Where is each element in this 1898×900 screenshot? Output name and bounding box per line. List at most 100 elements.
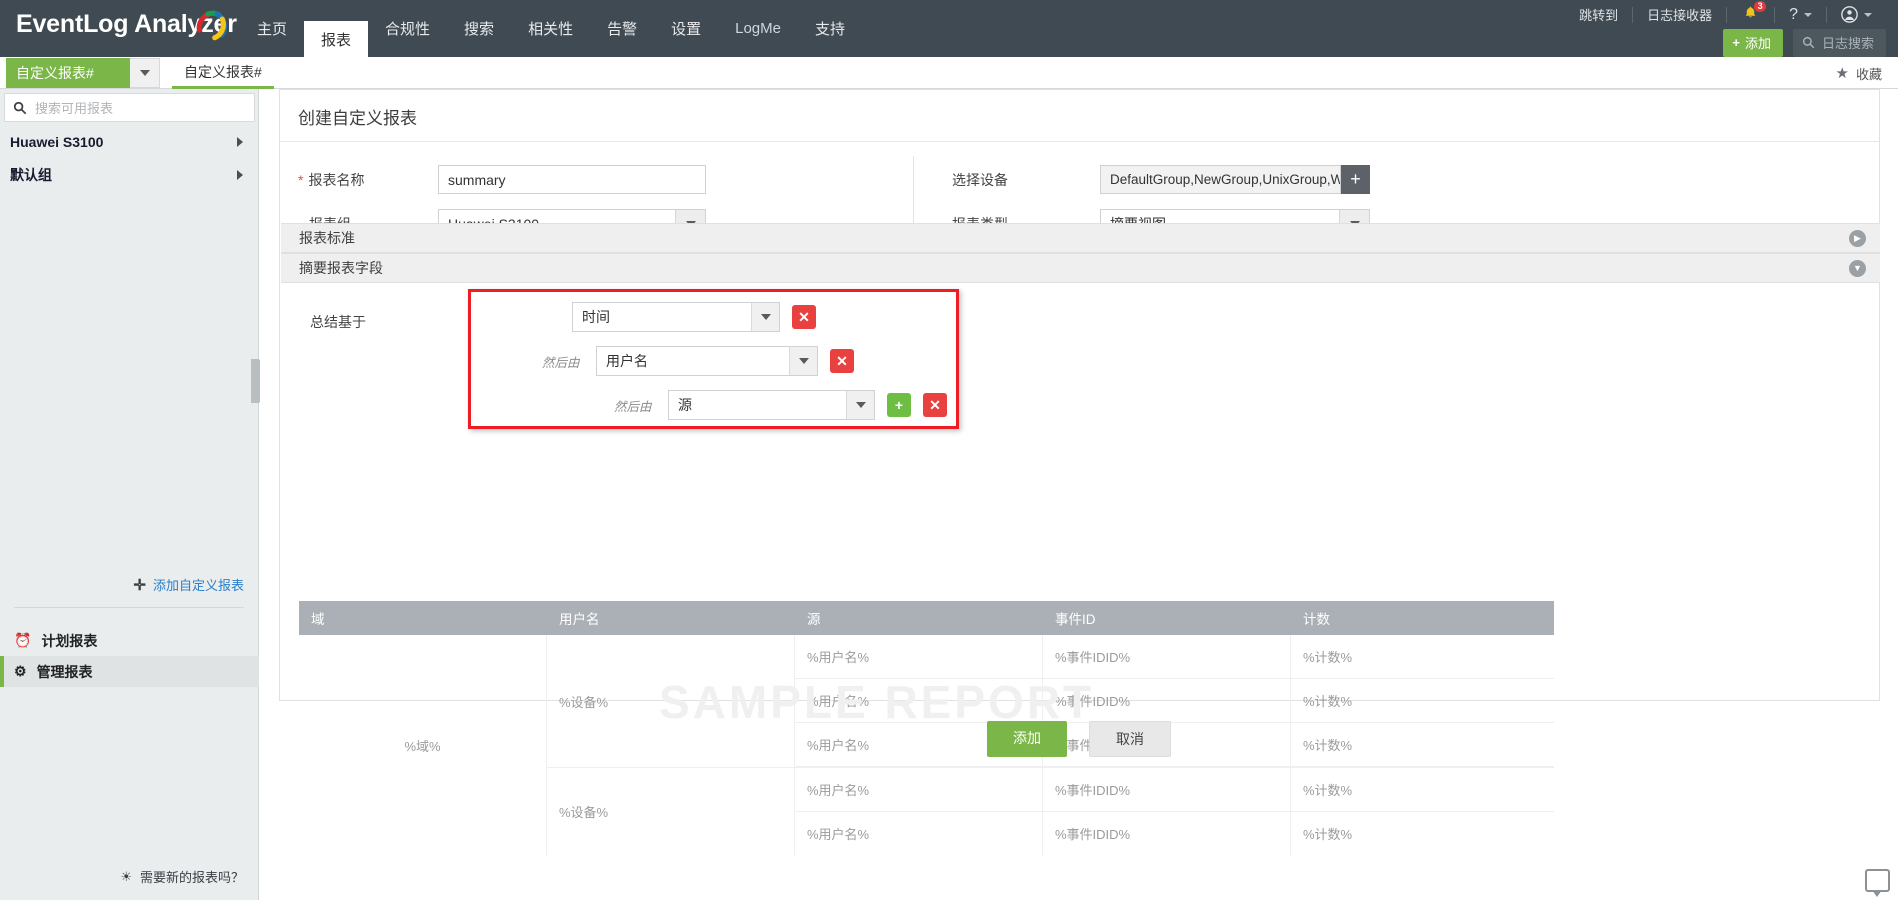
notification-bell-icon[interactable]: 3 bbox=[1727, 5, 1774, 24]
nav-item-search[interactable]: 搜索 bbox=[447, 0, 511, 57]
create-report-card: 创建自定义报表 *报表名称 summary 报表组 Huawei S3100 bbox=[279, 89, 1880, 701]
add-button[interactable]: + 添加 bbox=[1723, 29, 1783, 57]
tab-custom-report[interactable]: 自定义报表# bbox=[172, 57, 274, 89]
sidebar: 搜索可用报表 Huawei S3100 默认组 ✛ 添加自定义报表 ⏰ 计划报表… bbox=[0, 89, 259, 900]
log-receiver-link[interactable]: 日志接收器 bbox=[1633, 5, 1726, 24]
report-name-label: *报表名称 bbox=[298, 170, 438, 190]
nav-item-support[interactable]: 支持 bbox=[798, 0, 862, 57]
main-navigation: 主页 报表 合规性 搜索 相关性 告警 设置 LogMe 支持 bbox=[240, 0, 862, 57]
help-icon[interactable]: ? bbox=[1775, 6, 1826, 24]
summary-field-row-3: 然后由 源 + ✕ bbox=[614, 390, 947, 420]
nav-item-home[interactable]: 主页 bbox=[240, 0, 304, 57]
chevron-right-icon: ▶ bbox=[1849, 230, 1866, 247]
nav-item-settings[interactable]: 设置 bbox=[654, 0, 718, 57]
cell-count: %计数% bbox=[1291, 812, 1554, 855]
select-device-row: 选择设备 DefaultGroup,NewGroup,UnixGroup,W + bbox=[952, 165, 1370, 194]
then-by-label-2: 然后由 bbox=[542, 352, 584, 371]
tab-custom-report-label: 自定义报表# bbox=[184, 62, 262, 82]
remove-summary-field-button-1[interactable]: ✕ bbox=[792, 305, 816, 329]
table-header-row: 域 用户名 源 事件ID 计数 bbox=[299, 601, 1554, 635]
user-avatar-icon[interactable] bbox=[1827, 6, 1886, 23]
logo-swoosh-icon bbox=[196, 8, 230, 42]
report-selector-value: 自定义报表# bbox=[6, 58, 130, 88]
column-header-eventid: 事件ID bbox=[1043, 601, 1291, 635]
log-search-label: 日志搜索 bbox=[1822, 33, 1874, 52]
accordion-summary-fields-label: 摘要报表字段 bbox=[299, 258, 383, 278]
add-summary-field-button[interactable]: + bbox=[887, 393, 911, 417]
add-custom-report-label: 添加自定义报表 bbox=[153, 575, 244, 594]
sidebar-item-manage-reports[interactable]: ⚙ 管理报表 bbox=[0, 656, 259, 687]
table-row: %用户名% %事件IDID% %计数% bbox=[795, 635, 1554, 679]
summary-field-select-2[interactable]: 用户名 bbox=[596, 346, 818, 376]
need-new-report-link[interactable]: ☀ 需要新的报表吗？ bbox=[120, 867, 244, 886]
nav-item-compliance[interactable]: 合规性 bbox=[368, 0, 447, 57]
summary-field-select-1[interactable]: 时间 bbox=[572, 302, 780, 332]
select-device-input[interactable]: DefaultGroup,NewGroup,UnixGroup,W bbox=[1100, 165, 1341, 194]
notification-count-badge: 3 bbox=[1754, 1, 1766, 12]
sidebar-group-huawei-s3100[interactable]: Huawei S3100 bbox=[0, 126, 259, 158]
cell-username: %用户名% bbox=[795, 679, 1043, 722]
need-new-report-label: 需要新的报表吗？ bbox=[140, 867, 244, 886]
device-block-2-rows: %用户名% %事件IDID% %计数% %用户名% %事件IDID% %计数% bbox=[795, 768, 1554, 855]
accordion-summary-fields[interactable]: 摘要报表字段 ▼ bbox=[281, 253, 1880, 283]
sidebar-group-default[interactable]: 默认组 bbox=[0, 159, 259, 191]
nav-item-reports[interactable]: 报表 bbox=[304, 21, 368, 57]
accordion-report-criteria[interactable]: 报表标准 ▶ bbox=[281, 223, 1880, 253]
summarize-by-label: 总结基于 bbox=[310, 312, 366, 332]
search-reports-input[interactable]: 搜索可用报表 bbox=[4, 93, 255, 122]
cancel-button[interactable]: 取消 bbox=[1089, 721, 1171, 757]
column-header-count: 计数 bbox=[1291, 601, 1554, 635]
summary-field-value-3: 源 bbox=[669, 391, 846, 419]
chevron-down-icon bbox=[846, 391, 874, 419]
chat-support-icon[interactable] bbox=[1865, 869, 1890, 892]
log-search-button[interactable]: 日志搜索 bbox=[1793, 29, 1886, 57]
table-row: %用户名% %事件IDID% %计数% bbox=[795, 812, 1554, 855]
report-name-input[interactable]: summary bbox=[438, 165, 706, 194]
summary-field-value-2: 用户名 bbox=[597, 347, 789, 375]
summary-field-select-3[interactable]: 源 bbox=[668, 390, 875, 420]
favorite-label: 收藏 bbox=[1856, 64, 1882, 83]
plus-icon: ✛ bbox=[133, 576, 146, 594]
submit-button[interactable]: 添加 bbox=[987, 721, 1067, 757]
add-device-button[interactable]: + bbox=[1341, 165, 1370, 194]
nav-item-correlation[interactable]: 相关性 bbox=[511, 0, 590, 57]
sidebar-group-label: Huawei S3100 bbox=[10, 134, 103, 150]
column-header-username: 用户名 bbox=[547, 601, 795, 635]
remove-summary-field-button-3[interactable]: ✕ bbox=[923, 393, 947, 417]
add-button-label: 添加 bbox=[1745, 33, 1771, 52]
then-by-label-3: 然后由 bbox=[614, 396, 656, 415]
report-name-row: *报表名称 summary bbox=[298, 165, 706, 194]
page-title: 创建自定义报表 bbox=[280, 90, 1879, 142]
chevron-down-icon bbox=[751, 303, 779, 331]
nav-item-alerts[interactable]: 告警 bbox=[590, 0, 654, 57]
nav-item-logme[interactable]: LogMe bbox=[718, 0, 798, 57]
plus-icon: + bbox=[1732, 35, 1740, 50]
tab-strip: 自定义报表# 自定义报表# ★ 收藏 bbox=[0, 57, 1898, 89]
cell-device: %设备% bbox=[547, 768, 795, 855]
column-header-domain: 域 bbox=[299, 601, 547, 635]
cell-count: %计数% bbox=[1291, 679, 1554, 722]
cell-eventid: %事件IDID% bbox=[1043, 635, 1291, 678]
required-marker: * bbox=[298, 172, 303, 188]
star-icon: ★ bbox=[1836, 64, 1849, 82]
gear-icon: ⚙ bbox=[14, 663, 27, 680]
cell-username: %用户名% bbox=[795, 635, 1043, 678]
favorite-button[interactable]: ★ 收藏 bbox=[1836, 57, 1882, 89]
divider bbox=[14, 607, 244, 608]
sidebar-item-label: 管理报表 bbox=[37, 662, 93, 682]
sidebar-collapse-handle[interactable] bbox=[251, 359, 260, 403]
jump-to-link[interactable]: 跳转到 bbox=[1565, 5, 1632, 24]
chevron-down-icon: ▼ bbox=[1849, 260, 1866, 277]
remove-summary-field-button-2[interactable]: ✕ bbox=[830, 349, 854, 373]
sidebar-item-scheduled-reports[interactable]: ⏰ 计划报表 bbox=[0, 625, 259, 656]
alarm-clock-icon: ⏰ bbox=[14, 632, 31, 649]
cell-username: %用户名% bbox=[795, 768, 1043, 811]
utility-actions: + 添加 日志搜索 bbox=[1723, 29, 1886, 57]
column-header-source: 源 bbox=[795, 601, 1043, 635]
summary-fields-highlight-box: 时间 ✕ 然后由 用户名 ✕ 然后由 源 bbox=[468, 289, 959, 429]
lightbulb-icon: ☀ bbox=[120, 869, 132, 885]
add-custom-report-link[interactable]: ✛ 添加自定义报表 bbox=[133, 575, 244, 594]
chevron-down-icon bbox=[789, 347, 817, 375]
table-row: %用户名% %事件IDID% %计数% bbox=[795, 768, 1554, 812]
report-selector-dropdown[interactable]: 自定义报表# bbox=[6, 58, 160, 88]
